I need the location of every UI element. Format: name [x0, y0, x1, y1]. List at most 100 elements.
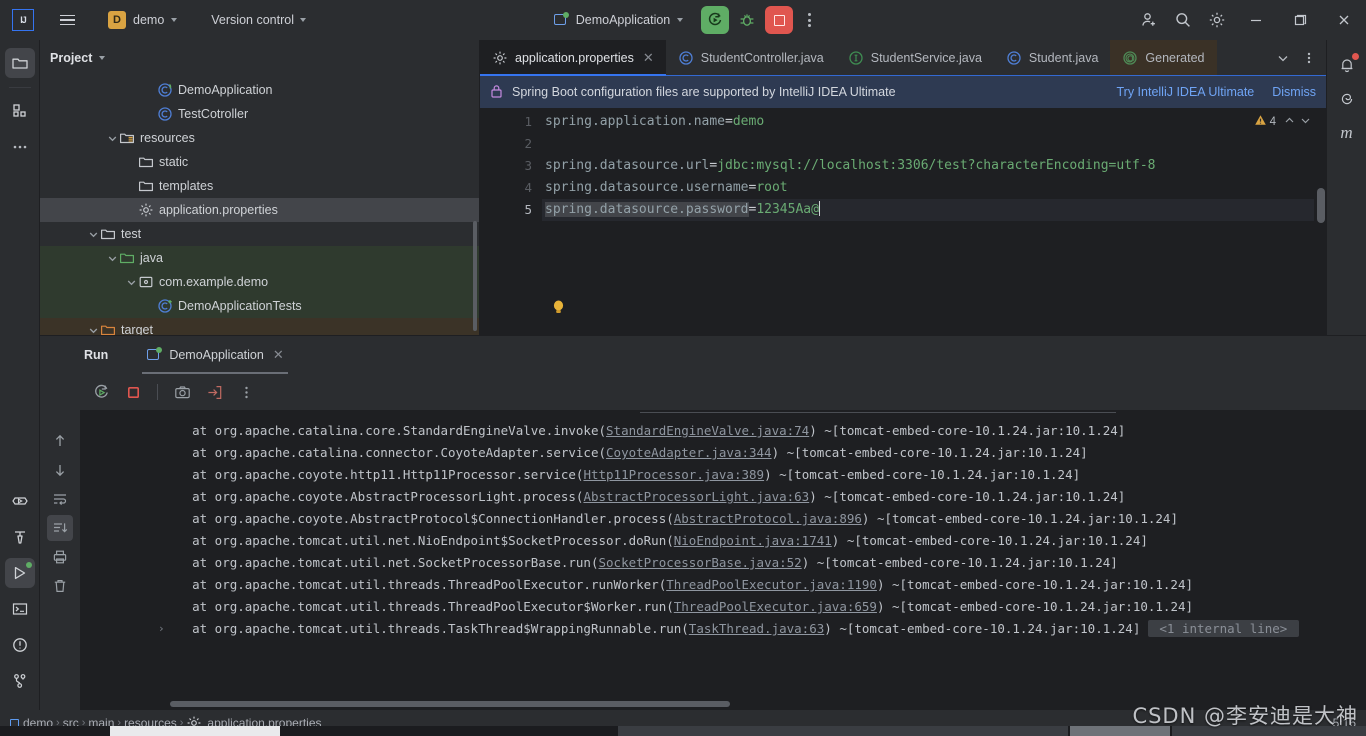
console-output[interactable]: at org.apache.catalina.core.StandardEngi… — [80, 410, 1366, 710]
fold-expand-icon[interactable]: › — [158, 618, 165, 640]
console-line[interactable]: at org.apache.coyote.AbstractProcessorLi… — [80, 486, 1366, 508]
stack-frame-link[interactable]: Http11Processor.java:389 — [583, 467, 764, 482]
code-lines[interactable]: spring.application.name=demo spring.data… — [542, 108, 1326, 335]
tree-node-demoapplicationtests[interactable]: DemoApplicationTests — [40, 294, 479, 318]
tree-node-java[interactable]: java — [40, 246, 479, 270]
scroll-down-button[interactable] — [47, 457, 73, 483]
stack-frame-link[interactable]: StandardEngineValve.java:74 — [606, 423, 809, 438]
maven-icon[interactable]: m — [1332, 116, 1362, 150]
tree-node-testcotroller[interactable]: TestCotroller — [40, 102, 479, 126]
console-line[interactable]: at org.apache.tomcat.util.net.SocketProc… — [80, 552, 1366, 574]
taskbar-window-3[interactable] — [1070, 726, 1170, 736]
run-more-icon[interactable] — [233, 379, 259, 405]
console-line[interactable]: at org.apache.tomcat.util.threads.Thread… — [80, 574, 1366, 596]
editor-tab-studentservice-java[interactable]: StudentService.java — [836, 40, 994, 76]
code-editor[interactable]: 1 2 3 4 5 spring.application.name=demo sprin… — [480, 108, 1326, 335]
prev-problem-icon[interactable] — [1283, 114, 1296, 130]
next-problem-icon[interactable] — [1299, 114, 1312, 130]
dismiss-banner-link[interactable]: Dismiss — [1272, 85, 1316, 99]
tree-node-test[interactable]: test — [40, 222, 479, 246]
print-button[interactable] — [47, 544, 73, 570]
console-horizontal-scrollbar[interactable] — [170, 701, 730, 707]
add-user-icon[interactable] — [1132, 0, 1166, 40]
project-panel-header[interactable]: Project — [40, 40, 479, 76]
scroll-to-end-button[interactable] — [47, 515, 73, 541]
clear-all-button[interactable] — [47, 573, 73, 599]
close-icon[interactable]: ✕ — [643, 50, 654, 66]
version-control-menu[interactable]: Version control — [205, 10, 312, 30]
tree-node-com-example-demo[interactable]: com.example.demo — [40, 270, 479, 294]
chevron-down-icon[interactable] — [86, 323, 100, 335]
ai-assistant-icon[interactable] — [1332, 82, 1362, 116]
code-line[interactable]: spring.datasource.password=12345Aa@ — [542, 199, 1326, 221]
sidebar-item-structure[interactable] — [5, 96, 35, 126]
editor-tab-generated[interactable]: Generated — [1110, 40, 1217, 76]
close-button[interactable] — [1322, 0, 1366, 40]
console-line[interactable]: at org.apache.catalina.core.StandardEngi… — [80, 420, 1366, 442]
scroll-up-button[interactable] — [47, 428, 73, 454]
settings-gear-icon[interactable] — [1200, 0, 1234, 40]
code-line[interactable] — [542, 133, 1326, 155]
taskbar-window-1[interactable] — [110, 726, 280, 736]
tree-node-static[interactable]: static — [40, 150, 479, 174]
stack-frame-link[interactable]: TaskThread.java:63 — [689, 621, 824, 636]
taskbar-window-2[interactable] — [618, 726, 1068, 736]
code-line[interactable]: spring.datasource.username=root — [542, 177, 1326, 199]
sidebar-item-project[interactable] — [4, 48, 35, 78]
internal-lines-badge[interactable]: <1 internal line> — [1147, 620, 1299, 637]
code-line[interactable]: spring.datasource.url=jdbc:mysql://local… — [542, 155, 1326, 177]
sidebar-item-problems[interactable] — [5, 630, 35, 660]
sidebar-item-run[interactable] — [4, 558, 35, 588]
maximize-button[interactable] — [1278, 0, 1322, 40]
rerun-button[interactable] — [88, 379, 114, 405]
tab-more-icon[interactable] — [1296, 40, 1322, 76]
editor-tab-student-java[interactable]: Student.java — [994, 40, 1111, 76]
editor-tab-application-properties[interactable]: application.properties ✕ — [480, 40, 666, 76]
sidebar-item-terminal[interactable] — [5, 594, 35, 624]
console-line[interactable]: at org.apache.catalina.connector.CoyoteA… — [80, 442, 1366, 464]
project-selector[interactable]: D demo — [102, 8, 183, 32]
run-session-tab[interactable]: DemoApplication ✕ — [136, 336, 293, 374]
close-icon[interactable]: ✕ — [273, 347, 284, 363]
stack-frame-link[interactable]: SocketProcessorBase.java:52 — [599, 555, 802, 570]
tree-node-templates[interactable]: templates — [40, 174, 479, 198]
stack-frame-link[interactable]: ThreadPoolExecutor.java:1190 — [666, 577, 877, 592]
tree-node-target[interactable]: target — [40, 318, 479, 335]
chevron-down-icon[interactable] — [124, 275, 138, 289]
console-line[interactable]: at org.apache.coyote.AbstractProtocol$Co… — [80, 508, 1366, 530]
main-menu-icon[interactable] — [52, 5, 82, 35]
chevron-down-icon[interactable] — [105, 251, 119, 265]
stack-frame-link[interactable]: ThreadPoolExecutor.java:659 — [674, 599, 877, 614]
inspection-widget[interactable]: 4 — [1254, 114, 1312, 130]
console-line[interactable]: at org.apache.tomcat.util.threads.Thread… — [80, 596, 1366, 618]
chevron-down-icon[interactable] — [105, 131, 119, 145]
more-run-actions-icon[interactable] — [797, 6, 821, 34]
stop-button[interactable] — [765, 6, 794, 34]
stop-run-button[interactable] — [120, 379, 146, 405]
intention-bulb-icon[interactable] — [552, 300, 565, 315]
project-tree-scrollbar[interactable] — [473, 221, 477, 331]
editor-vertical-scrollbar[interactable] — [1317, 188, 1325, 223]
minimize-button[interactable] — [1234, 0, 1278, 40]
console-line[interactable]: at org.apache.coyote.http11.Http11Proces… — [80, 464, 1366, 486]
console-line[interactable]: › at org.apache.tomcat.util.threads.Task… — [80, 618, 1366, 640]
tree-node-resources[interactable]: resources — [40, 126, 479, 150]
chevron-down-icon[interactable] — [1270, 40, 1296, 76]
stack-frame-link[interactable]: NioEndpoint.java:1741 — [674, 533, 832, 548]
screenshot-button[interactable] — [169, 379, 195, 405]
export-button[interactable] — [201, 379, 227, 405]
stack-frame-link[interactable]: CoyoteAdapter.java:344 — [606, 445, 772, 460]
tree-node-demoapplication[interactable]: DemoApplication — [40, 78, 479, 102]
notifications-icon[interactable] — [1332, 48, 1362, 82]
sidebar-item-more-tool-windows[interactable] — [5, 132, 35, 162]
code-line[interactable]: spring.application.name=demo — [542, 111, 1326, 133]
soft-wrap-button[interactable] — [47, 486, 73, 512]
run-configuration-selector[interactable]: DemoApplication — [545, 8, 692, 32]
project-tree[interactable]: DemoApplication TestCotroller resources sta… — [40, 76, 479, 335]
console-line[interactable]: at org.apache.tomcat.util.net.NioEndpoin… — [80, 530, 1366, 552]
chevron-down-icon[interactable] — [86, 227, 100, 241]
stack-frame-link[interactable]: AbstractProtocol.java:896 — [674, 511, 862, 526]
stack-frame-link[interactable]: AbstractProcessorLight.java:63 — [583, 489, 809, 504]
run-button[interactable] — [701, 6, 730, 34]
sidebar-item-build[interactable] — [5, 522, 35, 552]
